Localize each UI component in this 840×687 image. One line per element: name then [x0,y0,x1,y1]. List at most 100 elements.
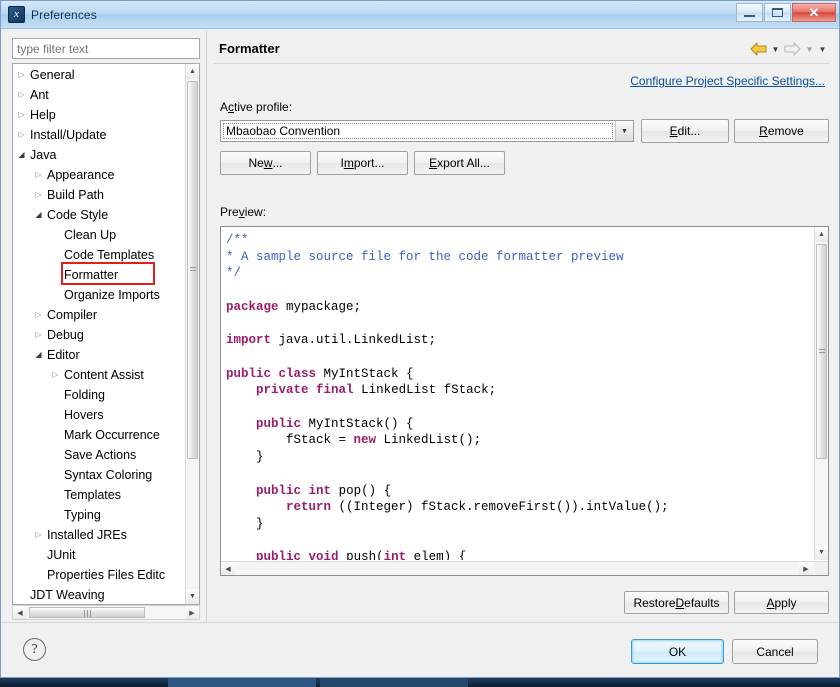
sidebar-item-content-assist[interactable]: ▷ Content Assist [13,365,185,385]
chevron-right-icon[interactable]: ▷ [33,185,44,205]
chevron-down-icon[interactable]: ▼ [615,121,633,141]
remove-button[interactable]: Remove [734,119,829,143]
sidebar-item-label: Installed JREs [47,528,127,542]
scroll-up-icon[interactable]: ▲ [815,227,828,242]
sidebar-item-label: Hovers [64,408,104,422]
scrollbar-thumb[interactable] [187,81,198,459]
cancel-button[interactable]: Cancel [732,639,818,664]
scrollbar-thumb[interactable] [816,244,827,459]
chevron-right-icon[interactable]: ▷ [16,85,27,105]
chevron-right-icon[interactable]: ▷ [16,105,27,125]
minimize-button[interactable] [736,3,763,22]
code-keyword: class [278,366,317,381]
chevron-right-icon[interactable]: ▷ [16,125,27,145]
sidebar-item-compiler[interactable]: ▷ Compiler [13,305,185,325]
scroll-left-icon[interactable]: ◀ [13,606,27,619]
scroll-down-icon[interactable]: ▼ [186,589,199,604]
code-keyword: public [256,483,302,498]
code-keyword: final [316,383,354,398]
export-all-button[interactable]: Export All... [414,151,505,175]
code-keyword: private [256,383,309,398]
sidebar-item-label: Java [30,148,57,162]
preview-horizontal-scrollbar[interactable]: ◀ ▶ [221,561,828,575]
chevron-right-icon[interactable]: ▷ [33,325,44,345]
sidebar-item-editor[interactable]: ◢ Editor [13,345,185,365]
sidebar-item-code-style[interactable]: ◢ Code Style [13,205,185,225]
maximize-button[interactable] [764,3,791,22]
sidebar-item-clean-up[interactable]: Clean Up [13,225,185,245]
chevron-right-icon[interactable]: ▷ [16,65,27,85]
view-menu-chevron-icon[interactable]: ▼ [818,45,827,54]
sidebar-item-appearance[interactable]: ▷ Appearance [13,165,185,185]
sidebar-item-label: Debug [47,328,84,342]
active-profile-combobox[interactable]: Mbaobao Convention ▼ [220,120,634,142]
sidebar-item-syntax-coloring[interactable]: Syntax Coloring [13,465,185,485]
back-dropdown-chevron-icon[interactable]: ▼ [771,45,780,54]
search-input[interactable] [12,38,200,59]
back-arrow-icon[interactable] [750,42,767,56]
chevron-right-icon[interactable]: ▷ [33,165,44,185]
code-text: MyIntStack() { [301,416,414,431]
code-line: public MyIntStack() { [226,416,813,433]
code-preview-text: /** * A sample source file for the code f… [221,227,813,560]
sidebar-item-code-templates[interactable]: Code Templates [13,245,185,265]
tree-horizontal-scrollbar[interactable]: ◀ ▶ [12,605,200,620]
tree-vertical-scrollbar[interactable]: ▲ ▼ [185,64,199,604]
restore-defaults-button[interactable]: Restore Defaults [624,591,729,614]
preferences-dialog: x Preferences ✕ ▷General▷Ant▷Help▷Instal… [0,0,840,678]
sidebar-item-ant[interactable]: ▷ Ant [13,85,185,105]
sidebar-item-java[interactable]: ◢ Java [13,145,185,165]
scroll-right-icon[interactable]: ▶ [799,562,813,575]
label-post: xport All... [437,156,490,170]
scroll-down-icon[interactable]: ▼ [815,545,828,560]
code-comment: /** [226,233,249,247]
chevron-down-icon[interactable]: ◢ [16,145,27,165]
code-keyword: void [308,550,339,560]
import-button[interactable]: Im port... [317,151,408,175]
sidebar-item-label: Templates [64,488,121,502]
sidebar-item-debug[interactable]: ▷ Debug [13,325,185,345]
sidebar-item-installed-jres[interactable]: ▷ Installed JREs [13,525,185,545]
scroll-up-icon[interactable]: ▲ [186,64,199,79]
header-separator [213,63,829,64]
sidebar-item-install-update[interactable]: ▷ Install/Update [13,125,185,145]
sidebar-item-folding[interactable]: Folding [13,385,185,405]
sidebar-item-properties-files-editc[interactable]: Properties Files Editc [13,565,185,585]
preferences-tree[interactable]: ▷ General ▷ Ant ▷ Help ▷ Install/Update ◢ Java ▷ Ap… [12,63,200,605]
help-question-icon[interactable]: ? [23,638,46,661]
scroll-right-icon[interactable]: ▶ [185,606,199,619]
sidebar-item-organize-imports[interactable]: Organize Imports [13,285,185,305]
label-pre: Restore [633,595,676,610]
close-button[interactable]: ✕ [792,3,836,22]
new-profile-button[interactable]: Ne w... [220,151,311,175]
sidebar-item-junit[interactable]: JUnit [13,545,185,565]
sidebar-item-save-actions[interactable]: Save Actions [13,445,185,465]
sidebar-item-typing[interactable]: Typing [13,505,185,525]
sidebar-item-formatter[interactable]: Formatter [13,265,185,285]
chevron-right-icon[interactable]: ▷ [33,525,44,545]
chevron-down-icon[interactable]: ◢ [33,205,44,225]
apply-button[interactable]: Apply [734,591,829,614]
sidebar-item-build-path[interactable]: ▷ Build Path [13,185,185,205]
code-line: public int pop() { [226,483,813,500]
configure-project-specific-settings-link[interactable]: Configure Project Specific Settings... [630,74,825,88]
preview-vertical-scrollbar[interactable]: ▲ ▼ [814,227,828,560]
chevron-right-icon[interactable]: ▷ [50,365,61,385]
active-profile-value[interactable]: Mbaobao Convention [221,121,615,141]
sidebar-item-help[interactable]: ▷ Help [13,105,185,125]
sidebar-item-jdt-weaving[interactable]: JDT Weaving [13,585,185,604]
scroll-left-icon[interactable]: ◀ [221,562,235,575]
chevron-down-icon[interactable]: ◢ [33,345,44,365]
sidebar-item-hovers[interactable]: Hovers [13,405,185,425]
edit-button[interactable]: Edit... [641,119,729,143]
sidebar-item-general[interactable]: ▷ General [13,65,185,85]
code-text: LinkedList fStack; [353,383,497,398]
chevron-right-icon[interactable]: ▷ [33,305,44,325]
scrollbar-thumb[interactable] [29,607,145,618]
ok-button[interactable]: OK [631,639,724,664]
sidebar-item-mark-occurrence[interactable]: Mark Occurrence [13,425,185,445]
sidebar-item-templates[interactable]: Templates [13,485,185,505]
